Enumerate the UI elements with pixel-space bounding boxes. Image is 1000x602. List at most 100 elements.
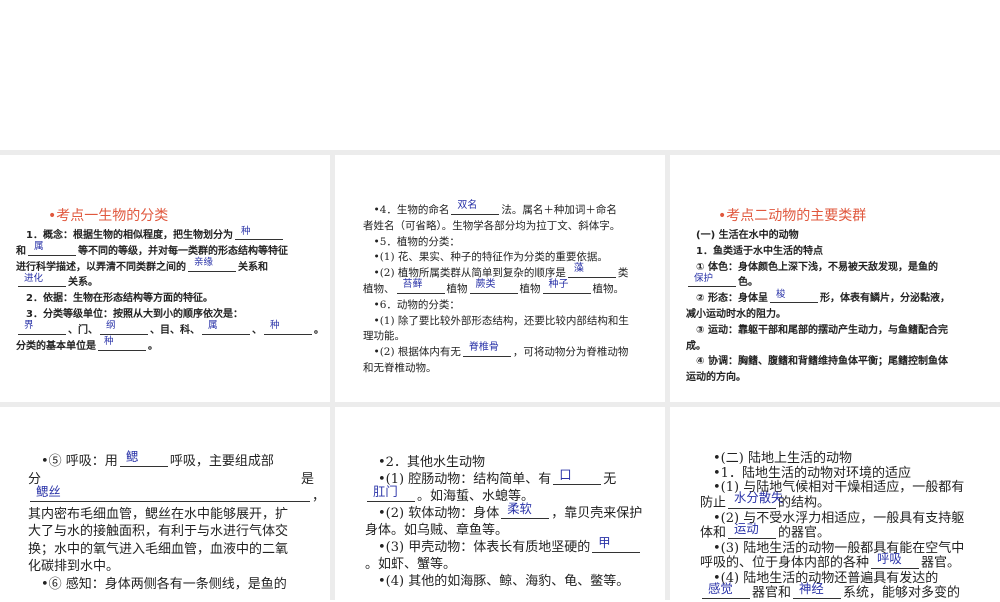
blank-answer: 种 [240, 225, 251, 237]
slide-animal-groups: •考点二动物的主要类群 (一) 生活在水中的动物 1．鱼类适于水中生活的特点 ①… [670, 155, 1000, 402]
fill-in-blank: 鳃丝 [30, 485, 310, 502]
text-segment: 分类的基本单位是 [16, 340, 96, 352]
text-segment: 系统，能够对多变的 [843, 586, 961, 602]
fill-in-blank: 鳃 [119, 449, 168, 467]
text-line: 植物、 苔藓 植物 蕨类 植物 种子 植物。 [363, 279, 629, 298]
fill-in-blank: 梭 [769, 288, 818, 304]
text-segment: 进行科学描述，以弄清不同类群之间的 [16, 261, 186, 273]
text-line: •(4) 陆地生活的动物还普遍具有发达的 [700, 571, 964, 587]
text-line: 运动的方向。 [686, 370, 950, 386]
blank-answer: 属 [208, 320, 218, 332]
blank-answer: 脊椎骨 [468, 342, 499, 354]
text-line: 呼吸的、位于身体内部的各种 呼吸 器官。 [700, 552, 964, 571]
text-segment: 、目、科、 [150, 324, 200, 336]
text-segment: •(3) 甲壳动物：体表长有质地坚硬的 [365, 540, 591, 555]
text-line: 肛门 。如海蜇、水螅等。 [365, 485, 642, 505]
text-segment: 理功能。 [363, 330, 405, 343]
text-segment: •(二) 陆地上生活的动物 [700, 451, 852, 466]
text-segment: 换；水中的氧气进入毛细血管，血液中的二氧 [28, 541, 289, 557]
text-line: 分 是 [28, 471, 325, 489]
text-line: 成。 [686, 339, 950, 355]
text-line: 1．鱼类适于水中生活的特点 [686, 244, 950, 260]
text-segment: ① 体色：身体颜色上深下浅，不易被天敌发现，是鱼的 [686, 261, 938, 273]
text-line: •(1) 除了要比较外部形态结构，还要比较内部结构和生 [363, 314, 628, 330]
blank-answer: 苔藓 [402, 279, 423, 291]
text-line: •(3) 甲壳动物：体表长有质地坚硬的甲 [365, 536, 642, 556]
slide-naming-plants-animals: •4．生物的命名 双名 法。属名＋种加词＋命名 者姓名（可省略）。生物学各部分均为拉丁… [335, 155, 665, 402]
text-segment: 和无脊椎动物。 [363, 361, 437, 374]
text-segment: •(2) 软体动物：身体 [365, 506, 500, 521]
text-segment: •2．其他水生动物 [365, 455, 485, 470]
text-segment: ④ 协调：胸鳍、腹鳍和背鳍维持鱼体平衡；尾鳍控制鱼体 [686, 356, 948, 368]
text-line: •(4) 其他的如海豚、鲸、海豹、龟、鳖等。 [365, 573, 642, 590]
text-segment: 1．鱼类适于水中生活的特点 [686, 245, 823, 257]
blank-answer: 运动 [734, 521, 759, 536]
text-line: 分类的基本单位是种 。 [16, 337, 324, 355]
text-segment: •6．动物的分类： [363, 298, 460, 311]
slide-other-aquatic-animals: •2．其他水生动物 •(1) 腔肠动物：结构简单、有口无肛门 。如海蜇、水螅等。 … [335, 407, 665, 600]
blank-answer: 蕨类 [475, 279, 496, 291]
fill-in-blank: 种子 [542, 280, 591, 294]
text-segment: 其内密布毛细血管，鳃丝在水中能够展开，扩 [28, 506, 289, 522]
text-segment: 2．依据：生物在形态结构等方面的特征。 [16, 293, 213, 305]
text-segment: •5．植物的分类： [363, 235, 460, 248]
text-line: •4．生物的命名 双名 法。属名＋种加词＋命名 [363, 201, 629, 219]
text-segment: (一) 生活在水中的动物 [686, 230, 799, 241]
text-segment: 色。 [738, 277, 758, 289]
text-line: 者姓名（可省略）。生物学各部分均为拉丁文、斜体字。 [363, 219, 629, 235]
fill-in-blank: 水分散失 [728, 492, 783, 509]
text-segment: 器官和 [752, 586, 792, 602]
text-segment: 3．分类等级单位：按照从大到小的顺序依次是： [16, 308, 243, 320]
text-segment: •(3) 陆地生活的动物一般都具有能在空气中 [700, 540, 965, 556]
text-segment: 关系和 [238, 261, 268, 273]
text-segment: •1．陆地生活的动物对环境的适应 [700, 465, 911, 481]
text-segment: ，可将动物分为脊椎动物 [512, 346, 629, 359]
text-segment: •(2) 植物所属类群从简单到复杂的顺序是 [363, 267, 566, 280]
blank-answer: 鳃 [125, 449, 139, 464]
text-segment: 体和 [700, 525, 727, 541]
text-line: ③ 运动：靠躯干部和尾部的摆动产生动力，与鱼鳍配合完 [686, 323, 950, 339]
fill-in-blank: 纲 [100, 321, 148, 335]
fill-in-blank: 脊椎骨 [462, 343, 511, 358]
text-segment: 呼吸的、位于身体内部的各种 [700, 555, 870, 571]
text-line: 。如虾、蟹等。 [365, 556, 642, 573]
blank-answer: 感觉 [708, 581, 733, 596]
text-line: 界 、门、纲 、目、科、属 、种 。 [16, 320, 324, 339]
text-segment: 的器官。 [778, 525, 831, 541]
fill-in-blank: 甲 [592, 536, 641, 553]
text-segment: 和 [16, 245, 26, 257]
text-segment: 化碳排到水中。 [28, 559, 120, 574]
text-line: •5．植物的分类： [363, 235, 629, 251]
fill-in-blank: 种 [98, 337, 146, 351]
text-segment: 等不同的等级，并对每一类群的形态结构等特征 [78, 245, 288, 257]
text-line: ② 形态：身体呈梭 形，体表有鳞片，分泌黏液， [686, 288, 950, 307]
text-segment: 关系。 [68, 277, 98, 289]
text-line: 体和 运动 的器官。 [700, 521, 964, 541]
text-segment: ，靠贝壳来保护 [551, 506, 643, 521]
slide-fish-respiration: •⑤ 呼吸：用鳃 呼吸，主要组成部分 是鳃丝 ， 其内密布毛细血管，鳃丝在水中能够展开… [0, 407, 330, 600]
text-segment: 植物 [446, 282, 468, 295]
text-segment: •(2) 根据体内有无 [363, 346, 461, 359]
text-segment: 。 [148, 340, 158, 352]
text-line: 其内密布毛细血管，鳃丝在水中能够展开，扩 [28, 506, 325, 524]
blank-answer: 种子 [548, 279, 569, 291]
blank-answer: 保护 [694, 272, 714, 284]
text-line: •(2) 软体动物：身体 柔软 ，靠贝壳来保护 [365, 502, 643, 522]
blank-answer: 亲缘 [194, 257, 214, 269]
text-segment: 呼吸，主要组成部 [169, 454, 274, 469]
text-segment: 。 [314, 324, 324, 336]
text-segment: 植物。 [592, 282, 625, 295]
text-line: •2．其他水生动物 [365, 454, 642, 471]
text-segment: 、 [252, 324, 262, 336]
text-line: 鳃丝 ， [28, 485, 325, 506]
fill-in-blank: 双名 [451, 201, 500, 215]
text-segment: 防止 [700, 495, 727, 511]
text-segment: 减小运动时水的阻力。 [686, 308, 786, 320]
text-line: •(1) 腔肠动物：结构简单、有口无 [365, 468, 642, 488]
text-segment: 大了与水的接触面积，有利于与水进行气体交 [28, 524, 289, 539]
text-line: 进行科学描述，以弄清不同类群之间的 亲缘 关系和 [16, 257, 324, 276]
fill-in-blank: 种 [234, 225, 283, 240]
blank-answer: 梭 [775, 288, 786, 300]
blank-answer: 界 [24, 320, 34, 332]
text-line: •6．动物的分类： [363, 298, 629, 314]
